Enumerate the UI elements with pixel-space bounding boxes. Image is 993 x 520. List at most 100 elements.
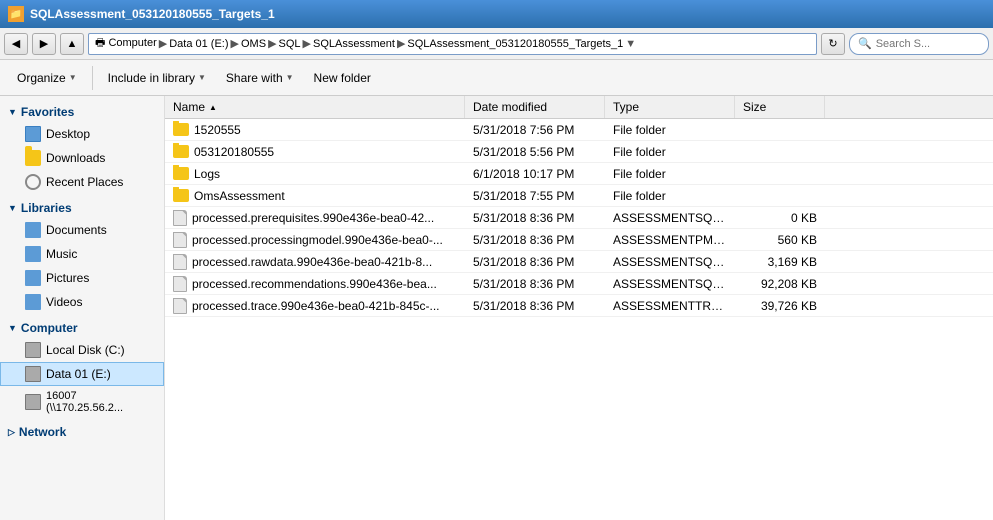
- file-name: processed.trace.990e436e-bea0-421b-845c-…: [192, 299, 440, 313]
- up-button[interactable]: ▲: [60, 33, 84, 55]
- file-type-cell: File folder: [605, 143, 735, 161]
- file-date-cell: 5/31/2018 8:36 PM: [465, 275, 605, 293]
- file-name: processed.recommendations.990e436e-bea..…: [192, 277, 437, 291]
- col-header-type[interactable]: Type: [605, 96, 735, 118]
- file-date-cell: 5/31/2018 5:56 PM: [465, 143, 605, 161]
- share-label: Share with: [226, 71, 283, 85]
- file-date-cell: 5/31/2018 8:36 PM: [465, 253, 605, 271]
- file-size-cell: 92,208 KB: [735, 275, 825, 293]
- file-name: processed.processingmodel.990e436e-bea0-…: [192, 233, 443, 247]
- sidebar-item-documents[interactable]: Documents: [0, 218, 164, 242]
- table-row[interactable]: processed.trace.990e436e-bea0-421b-845c-…: [165, 295, 993, 317]
- back-button[interactable]: ◀: [4, 33, 28, 55]
- file-date-cell: 5/31/2018 8:36 PM: [465, 297, 605, 315]
- computer-header[interactable]: ▼ Computer: [0, 318, 164, 338]
- forward-button[interactable]: ▶: [32, 33, 56, 55]
- file-name-cell: processed.recommendations.990e436e-bea..…: [165, 274, 465, 294]
- col-name-label: Name: [173, 100, 205, 114]
- sidebar-item-recent-places[interactable]: Recent Places: [0, 170, 164, 194]
- file-name-cell: Logs: [165, 165, 465, 183]
- file-name: processed.rawdata.990e436e-bea0-421b-8..…: [192, 255, 432, 269]
- sidebar: ▼ Favorites Desktop Downloads Recent Pla…: [0, 96, 165, 520]
- file-size-cell: [735, 172, 825, 176]
- file-rows-container: 1520555 5/31/2018 7:56 PM File folder 05…: [165, 119, 993, 317]
- search-input[interactable]: [876, 38, 980, 50]
- file-name-cell: processed.trace.990e436e-bea0-421b-845c-…: [165, 296, 465, 316]
- table-row[interactable]: processed.prerequisites.990e436e-bea0-42…: [165, 207, 993, 229]
- sidebar-item-pictures-label: Pictures: [46, 271, 89, 285]
- address-path[interactable]: 🖶 Computer ▶ Data 01 (E:) ▶ OMS ▶ SQL ▶ …: [88, 33, 817, 55]
- network-chevron: ▷: [8, 427, 15, 438]
- refresh-button[interactable]: ↻: [821, 33, 845, 55]
- table-row[interactable]: 053120180555 5/31/2018 5:56 PM File fold…: [165, 141, 993, 163]
- title-bar-text: SQLAssessment_053120180555_Targets_1: [30, 7, 275, 21]
- file-icon: [173, 232, 187, 248]
- file-type-cell: ASSESSMENTPM File: [605, 231, 735, 249]
- table-row[interactable]: processed.recommendations.990e436e-bea..…: [165, 273, 993, 295]
- file-icon: [173, 276, 187, 292]
- sidebar-item-local-disk-c[interactable]: Local Disk (C:): [0, 338, 164, 362]
- sidebar-item-data01-e-label: Data 01 (E:): [46, 367, 111, 381]
- file-type-cell: File folder: [605, 165, 735, 183]
- sidebar-item-downloads-label: Downloads: [46, 151, 105, 165]
- share-button[interactable]: Share with ▼: [217, 64, 303, 92]
- search-icon: 🔍: [858, 37, 872, 50]
- col-header-size[interactable]: Size: [735, 96, 825, 118]
- organize-dropdown-icon: ▼: [69, 73, 77, 82]
- sidebar-item-downloads[interactable]: Downloads: [0, 146, 164, 170]
- include-library-label: Include in library: [108, 71, 195, 85]
- file-type-cell: ASSESSMENTTRAC...: [605, 297, 735, 315]
- address-bar: ◀ ▶ ▲ 🖶 Computer ▶ Data 01 (E:) ▶ OMS ▶ …: [0, 28, 993, 60]
- sidebar-item-videos[interactable]: Videos: [0, 290, 164, 314]
- file-name-cell: 1520555: [165, 121, 465, 139]
- recent-icon: [25, 174, 41, 190]
- col-type-label: Type: [613, 100, 639, 114]
- local-disk-c-icon: [25, 342, 41, 358]
- table-row[interactable]: Logs 6/1/2018 10:17 PM File folder: [165, 163, 993, 185]
- libraries-header[interactable]: ▼ Libraries: [0, 198, 164, 218]
- sidebar-item-16007[interactable]: 16007 (\\170.25.56.2...: [0, 386, 164, 418]
- table-row[interactable]: 1520555 5/31/2018 7:56 PM File folder: [165, 119, 993, 141]
- col-date-label: Date modified: [473, 100, 547, 114]
- file-date-cell: 5/31/2018 8:36 PM: [465, 209, 605, 227]
- file-type-cell: ASSESSMENTSQLRE...: [605, 275, 735, 293]
- table-row[interactable]: OmsAssessment 5/31/2018 7:55 PM File fol…: [165, 185, 993, 207]
- table-row[interactable]: processed.processingmodel.990e436e-bea0-…: [165, 229, 993, 251]
- table-row[interactable]: processed.rawdata.990e436e-bea0-421b-8..…: [165, 251, 993, 273]
- file-name-cell: processed.prerequisites.990e436e-bea0-42…: [165, 208, 465, 228]
- title-bar: 📁 SQLAssessment_053120180555_Targets_1: [0, 0, 993, 28]
- sidebar-item-music[interactable]: Music: [0, 242, 164, 266]
- file-size-cell: 3,169 KB: [735, 253, 825, 271]
- libraries-section: ▼ Libraries Documents Music Pictures Vid…: [0, 198, 164, 314]
- file-name: OmsAssessment: [194, 189, 285, 203]
- music-icon: [25, 246, 41, 262]
- organize-button[interactable]: Organize ▼: [8, 64, 86, 92]
- documents-icon: [25, 222, 41, 238]
- new-folder-label: New folder: [314, 71, 371, 85]
- col-size-label: Size: [743, 100, 766, 114]
- file-name-cell: 053120180555: [165, 143, 465, 161]
- videos-icon: [25, 294, 41, 310]
- file-name-cell: processed.rawdata.990e436e-bea0-421b-8..…: [165, 252, 465, 272]
- file-size-cell: [735, 128, 825, 132]
- network-header[interactable]: ▷ Network: [0, 422, 164, 442]
- sidebar-item-pictures[interactable]: Pictures: [0, 266, 164, 290]
- search-box[interactable]: 🔍: [849, 33, 989, 55]
- col-header-name[interactable]: Name ▲: [165, 96, 465, 118]
- sidebar-item-music-label: Music: [46, 247, 77, 261]
- sidebar-item-data01-e[interactable]: Data 01 (E:): [0, 362, 164, 386]
- include-library-button[interactable]: Include in library ▼: [99, 64, 215, 92]
- folder-icon: [173, 189, 189, 202]
- sidebar-item-desktop[interactable]: Desktop: [0, 122, 164, 146]
- new-folder-button[interactable]: New folder: [305, 64, 380, 92]
- file-date-cell: 5/31/2018 8:36 PM: [465, 231, 605, 249]
- file-type-cell: File folder: [605, 121, 735, 139]
- favorites-chevron: ▼: [8, 107, 17, 117]
- path-segment-6: SQLAssessment_053120180555_Targets_1: [407, 38, 623, 50]
- favorites-header-label: Favorites: [21, 105, 74, 119]
- include-library-dropdown-icon: ▼: [198, 73, 206, 82]
- col-header-date[interactable]: Date modified: [465, 96, 605, 118]
- file-type-cell: ASSESSMENTSQLR...: [605, 253, 735, 271]
- favorites-header[interactable]: ▼ Favorites: [0, 102, 164, 122]
- 16007-icon: [25, 394, 41, 410]
